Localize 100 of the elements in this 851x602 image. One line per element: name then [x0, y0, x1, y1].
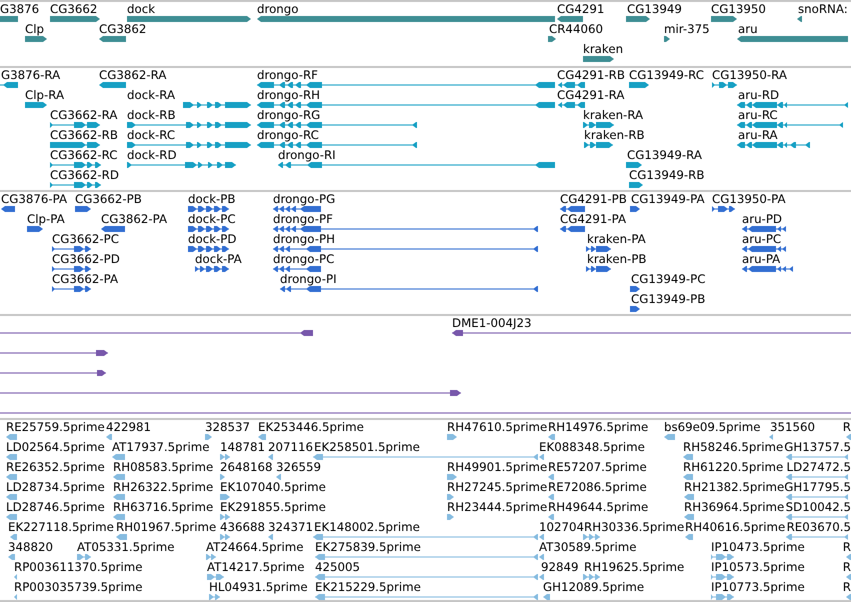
read-feature[interactable]	[539, 534, 544, 540]
protein-feature[interactable]	[586, 246, 611, 252]
gene-feature[interactable]	[548, 36, 556, 42]
transcript-feature[interactable]	[583, 122, 614, 128]
clone-feature[interactable]	[0, 350, 108, 356]
gene-feature[interactable]	[626, 16, 650, 22]
read-feature[interactable]	[113, 494, 125, 500]
gene-feature[interactable]	[99, 36, 126, 42]
transcript-feature[interactable]	[584, 142, 613, 148]
read-feature[interactable]	[539, 574, 544, 580]
read-feature[interactable]	[664, 434, 675, 440]
read-feature[interactable]	[846, 574, 851, 580]
protein-feature[interactable]	[52, 286, 91, 292]
clone-feature[interactable]	[0, 330, 313, 336]
read-feature[interactable]	[769, 434, 773, 440]
transcript-feature[interactable]	[0, 82, 18, 88]
read-feature[interactable]	[206, 554, 216, 560]
gene-feature[interactable]	[664, 36, 670, 42]
read-feature[interactable]	[207, 574, 224, 580]
protein-feature[interactable]	[273, 226, 538, 232]
read-feature[interactable]	[846, 434, 851, 440]
protein-feature[interactable]	[273, 246, 538, 252]
transcript-feature[interactable]	[257, 102, 555, 108]
read-feature[interactable]	[220, 514, 230, 520]
protein-feature[interactable]	[560, 226, 585, 232]
transcript-feature[interactable]	[712, 82, 737, 88]
read-feature[interactable]	[8, 554, 15, 560]
read-feature[interactable]	[315, 594, 538, 600]
gene-feature[interactable]	[711, 16, 737, 22]
protein-feature[interactable]	[52, 266, 91, 272]
protein-feature[interactable]	[188, 246, 229, 252]
read-feature[interactable]	[583, 574, 600, 580]
read-feature[interactable]	[14, 574, 17, 580]
read-feature[interactable]	[220, 534, 230, 540]
clone-feature[interactable]	[0, 410, 851, 416]
read-feature[interactable]	[447, 514, 454, 520]
protein-feature[interactable]	[273, 266, 321, 272]
transcript-feature[interactable]	[626, 162, 642, 168]
read-feature[interactable]	[539, 554, 544, 560]
transcript-feature[interactable]	[50, 162, 101, 168]
transcript-feature[interactable]	[50, 122, 100, 128]
transcript-feature[interactable]	[629, 82, 649, 88]
read-feature[interactable]	[447, 494, 454, 500]
read-feature[interactable]	[548, 474, 554, 480]
read-feature[interactable]	[447, 434, 457, 440]
transcript-feature[interactable]	[127, 122, 251, 128]
read-feature[interactable]	[112, 454, 125, 460]
protein-feature[interactable]	[742, 246, 786, 252]
transcript-feature[interactable]	[50, 142, 100, 148]
protein-feature[interactable]	[27, 226, 43, 232]
read-feature[interactable]	[209, 594, 220, 600]
protein-feature[interactable]	[712, 206, 735, 212]
protein-feature[interactable]	[101, 226, 125, 232]
read-feature[interactable]	[786, 514, 848, 520]
read-feature[interactable]	[113, 514, 125, 520]
read-feature[interactable]	[684, 514, 694, 520]
transcript-feature[interactable]	[737, 102, 848, 108]
read-feature[interactable]	[14, 594, 17, 600]
protein-feature[interactable]	[188, 206, 229, 212]
read-feature[interactable]	[77, 554, 91, 560]
protein-feature[interactable]	[630, 206, 640, 212]
read-feature[interactable]	[548, 494, 554, 500]
protein-feature[interactable]	[273, 206, 321, 212]
read-feature[interactable]	[6, 494, 17, 500]
read-feature[interactable]	[113, 474, 125, 480]
read-feature[interactable]	[711, 554, 734, 560]
transcript-feature[interactable]	[737, 142, 810, 148]
protein-feature[interactable]	[742, 226, 786, 232]
read-feature[interactable]	[6, 454, 17, 460]
transcript-feature[interactable]	[278, 162, 555, 168]
gene-feature[interactable]	[797, 16, 802, 22]
gene-feature[interactable]	[25, 36, 47, 42]
clone-feature[interactable]	[0, 370, 106, 376]
transcript-feature[interactable]	[127, 162, 236, 168]
read-feature[interactable]	[106, 434, 112, 440]
read-feature[interactable]	[276, 474, 281, 480]
protein-feature[interactable]	[630, 306, 640, 312]
read-feature[interactable]	[6, 474, 17, 480]
read-feature[interactable]	[846, 594, 851, 600]
read-feature[interactable]	[447, 474, 457, 480]
clone-feature[interactable]	[0, 390, 461, 396]
transcript-feature[interactable]	[257, 82, 555, 88]
transcript-feature[interactable]	[127, 142, 251, 148]
read-feature[interactable]	[539, 454, 544, 460]
read-feature[interactable]	[684, 494, 694, 500]
read-feature[interactable]	[683, 454, 693, 460]
transcript-feature[interactable]	[183, 102, 251, 108]
read-feature[interactable]	[220, 494, 230, 500]
read-feature[interactable]	[683, 474, 693, 480]
read-feature[interactable]	[220, 474, 225, 480]
read-feature[interactable]	[846, 554, 851, 560]
gene-feature[interactable]	[583, 56, 614, 62]
gene-feature[interactable]	[557, 16, 583, 22]
read-feature[interactable]	[786, 494, 848, 500]
clone-feature[interactable]	[452, 330, 851, 336]
protein-feature[interactable]	[195, 266, 229, 272]
protein-feature[interactable]	[586, 266, 611, 272]
protein-feature[interactable]	[188, 226, 229, 232]
read-feature[interactable]	[711, 594, 734, 600]
transcript-feature[interactable]	[257, 122, 417, 128]
